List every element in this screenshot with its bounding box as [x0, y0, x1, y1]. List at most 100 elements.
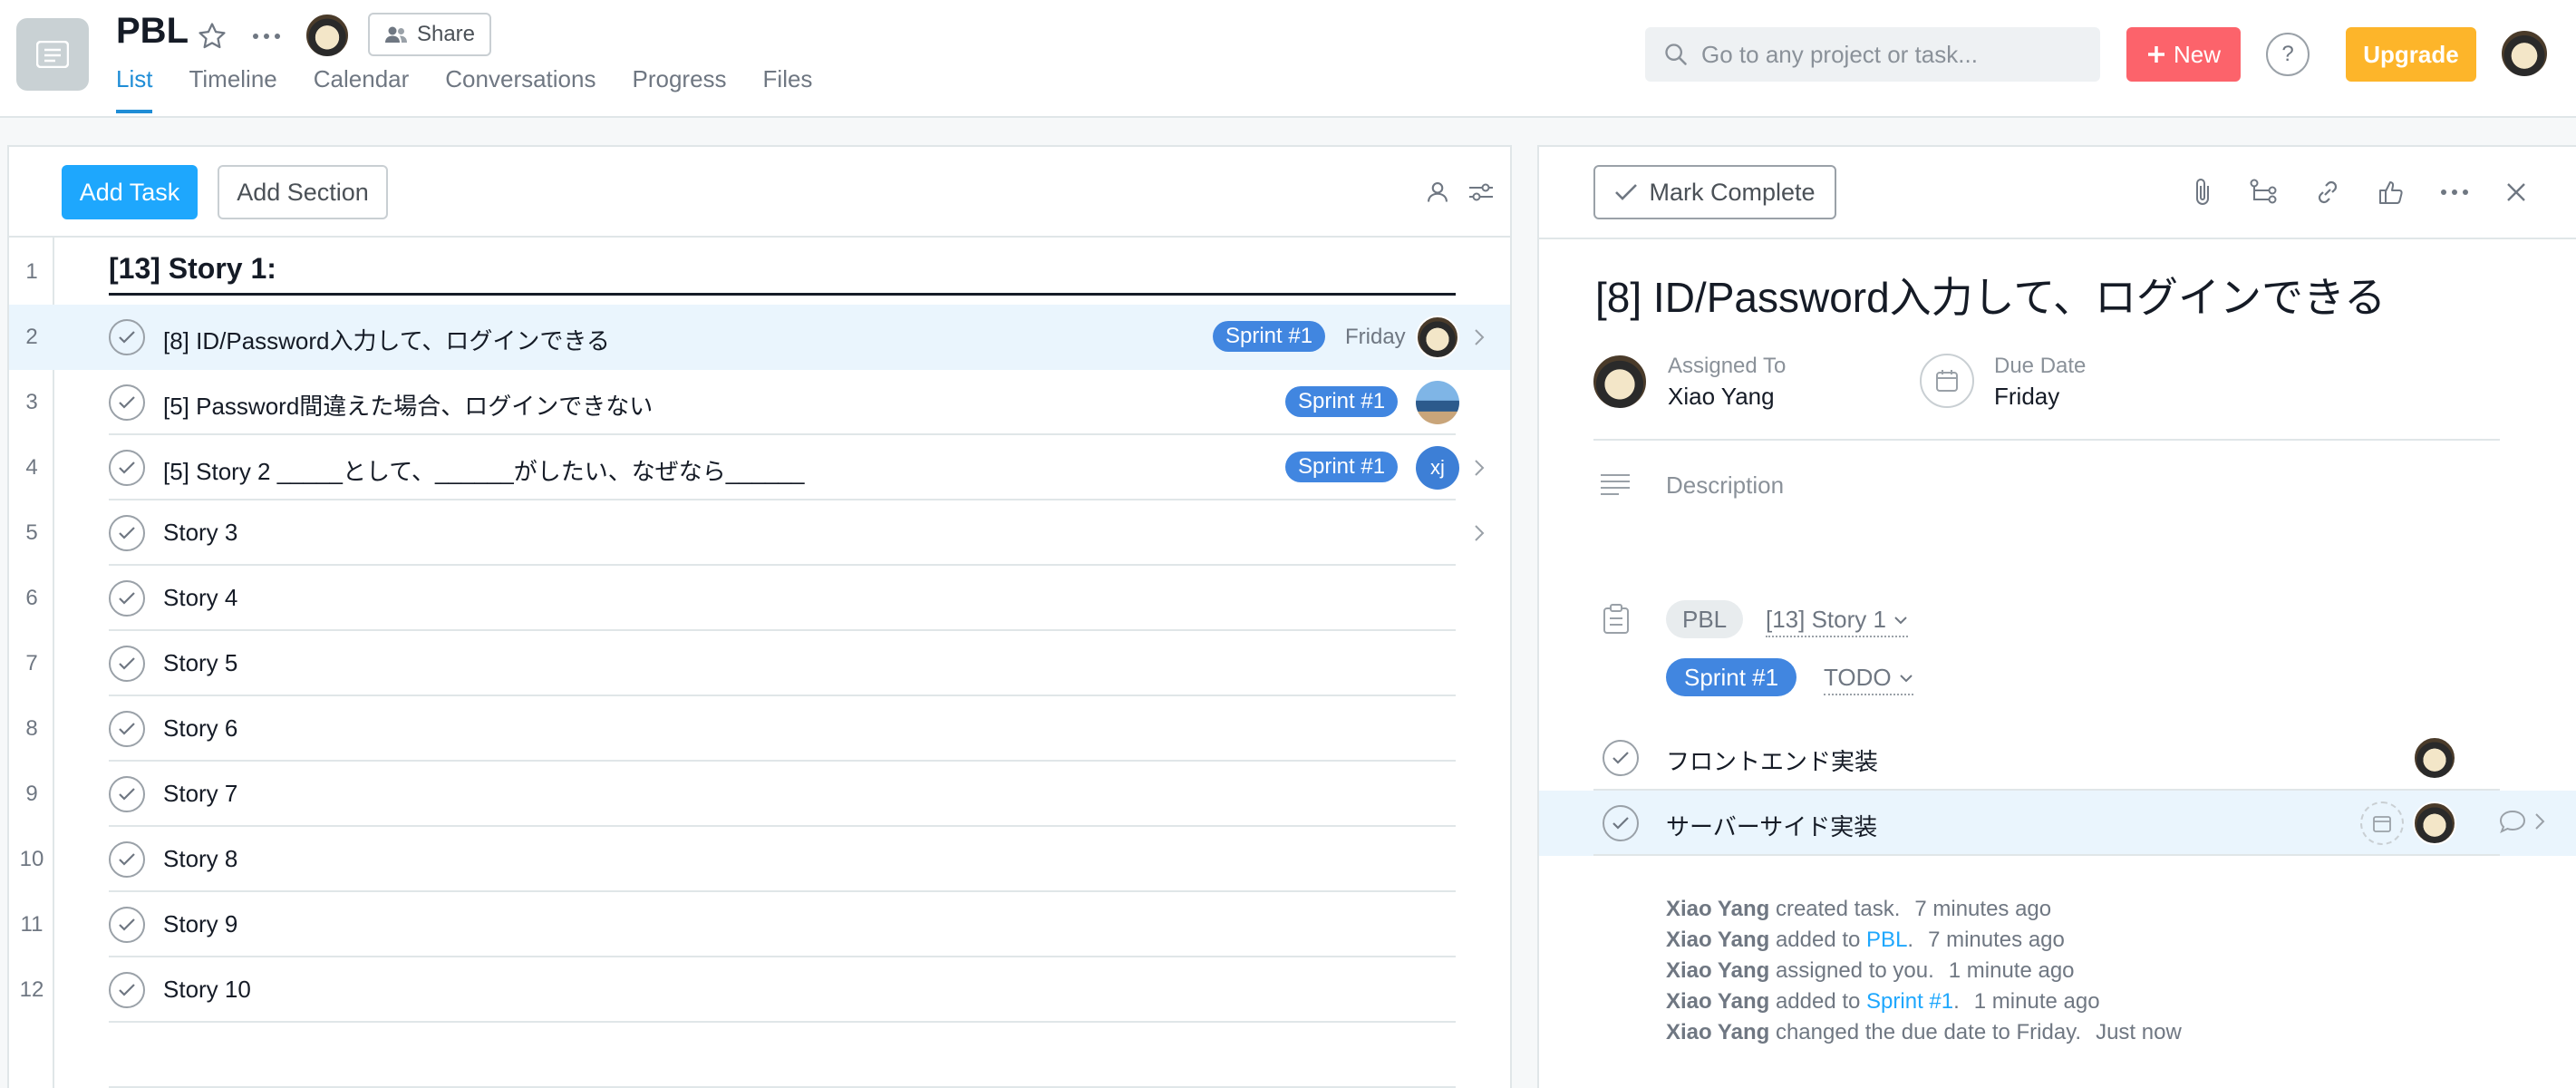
- task-name[interactable]: Story 8: [163, 845, 237, 873]
- complete-checkbox-icon[interactable]: [109, 515, 145, 551]
- tab-calendar[interactable]: Calendar: [314, 65, 410, 113]
- sprint-tag[interactable]: Sprint #1: [1666, 658, 1797, 696]
- status-select[interactable]: TODO: [1824, 664, 1913, 695]
- more-options-icon[interactable]: [247, 16, 286, 56]
- subtask-row[interactable]: フロントエンド実装: [1539, 725, 2576, 791]
- section-row[interactable]: 1 [13] Story 1:: [9, 239, 1510, 305]
- upgrade-button[interactable]: Upgrade: [2346, 27, 2476, 82]
- table-row[interactable]: 11 Story 9: [9, 892, 1510, 957]
- table-row[interactable]: 8 Story 6: [9, 696, 1510, 762]
- task-name[interactable]: Story 4: [163, 584, 237, 612]
- task-name[interactable]: [5] Password間違えた場合、ログインできない: [163, 388, 653, 422]
- sprint-link[interactable]: Sprint #1: [1866, 989, 1953, 1014]
- person-filter-icon[interactable]: [1419, 174, 1456, 210]
- calendar-icon[interactable]: [2360, 801, 2404, 845]
- calendar-icon[interactable]: [1920, 354, 1974, 408]
- star-icon[interactable]: [192, 16, 232, 56]
- task-name[interactable]: [8] ID/Password入力して、ログインできる: [163, 323, 610, 356]
- task-title[interactable]: [8] ID/Password入力して、ログインできる: [1595, 265, 2386, 325]
- complete-checkbox-icon[interactable]: [109, 841, 145, 878]
- subtask-name[interactable]: サーバーサイド実装: [1666, 809, 1877, 842]
- task-name[interactable]: Story 3: [163, 519, 237, 547]
- row-number: 1: [25, 259, 38, 284]
- add-section-button[interactable]: Add Section: [218, 165, 388, 219]
- activity-item: Xiao Yang changed the due date to Friday…: [1666, 1020, 2182, 1044]
- thumbs-up-icon[interactable]: [2371, 172, 2411, 212]
- assignee-avatar[interactable]: xj: [1416, 446, 1459, 490]
- mark-complete-button[interactable]: Mark Complete: [1593, 165, 1836, 219]
- table-row[interactable]: 10 Story 8: [9, 827, 1510, 892]
- assignee-avatar[interactable]: [1592, 354, 1648, 410]
- chevron-right-icon[interactable]: [1468, 321, 1490, 354]
- table-row[interactable]: 4 [5] Story 2 _____として、______がしたい、なぜなら__…: [9, 435, 1510, 500]
- attachment-icon[interactable]: [2183, 172, 2223, 212]
- project-link[interactable]: PBL: [1866, 928, 1907, 952]
- description-field[interactable]: Description: [1666, 471, 1784, 500]
- due-date-field[interactable]: Due Date Friday: [1994, 354, 2086, 411]
- task-name[interactable]: Story 6: [163, 714, 237, 743]
- section-select[interactable]: [13] Story 1: [1766, 606, 1908, 637]
- section-title[interactable]: [13] Story 1:: [109, 252, 276, 286]
- subtasks-icon[interactable]: [2244, 172, 2284, 212]
- table-row[interactable]: 7 Story 5: [9, 631, 1510, 696]
- project-owner-avatar[interactable]: [305, 13, 350, 58]
- complete-checkbox-icon[interactable]: [109, 384, 145, 421]
- search-box[interactable]: [1645, 27, 2100, 82]
- complete-checkbox-icon[interactable]: [109, 580, 145, 617]
- chevron-right-icon[interactable]: [1468, 452, 1490, 484]
- complete-checkbox-icon[interactable]: [109, 711, 145, 747]
- user-avatar[interactable]: [2500, 29, 2549, 78]
- task-name[interactable]: Story 7: [163, 780, 237, 808]
- assignee-avatar[interactable]: [2413, 736, 2456, 780]
- tab-progress[interactable]: Progress: [632, 65, 726, 113]
- more-options-icon[interactable]: [2435, 172, 2474, 212]
- tab-files[interactable]: Files: [763, 65, 813, 113]
- assignee-field[interactable]: Assigned To Xiao Yang: [1668, 354, 1786, 411]
- subtask-row[interactable]: サーバーサイド実装: [1539, 791, 2576, 856]
- chevron-right-icon[interactable]: [1468, 517, 1490, 549]
- help-button[interactable]: ?: [2266, 33, 2310, 76]
- add-task-button[interactable]: Add Task: [62, 165, 198, 219]
- share-button[interactable]: Share: [368, 13, 491, 56]
- complete-checkbox-icon[interactable]: [109, 646, 145, 682]
- tab-timeline[interactable]: Timeline: [189, 65, 276, 113]
- complete-checkbox-icon[interactable]: [109, 776, 145, 812]
- sprint-tag[interactable]: Sprint #1: [1285, 386, 1399, 417]
- tab-list[interactable]: List: [116, 65, 153, 113]
- sliders-icon[interactable]: [1463, 174, 1499, 210]
- table-row[interactable]: 9 Story 7: [9, 762, 1510, 827]
- table-row[interactable]: 12 Story 10: [9, 957, 1510, 1023]
- complete-checkbox-icon[interactable]: [1603, 805, 1639, 841]
- complete-checkbox-icon[interactable]: [109, 907, 145, 943]
- assignee-avatar[interactable]: [2413, 801, 2456, 845]
- link-icon[interactable]: [2308, 172, 2348, 212]
- search-icon: [1665, 44, 1687, 65]
- project-pill[interactable]: PBL: [1666, 600, 1744, 638]
- complete-checkbox-icon[interactable]: [1603, 740, 1639, 776]
- assignee-avatar[interactable]: [1416, 316, 1459, 359]
- sprint-tag[interactable]: Sprint #1: [1213, 321, 1326, 352]
- tab-conversations[interactable]: Conversations: [445, 65, 596, 113]
- task-name[interactable]: Story 5: [163, 649, 237, 677]
- task-name[interactable]: Story 9: [163, 910, 237, 938]
- table-row[interactable]: 6 Story 4: [9, 566, 1510, 631]
- activity-item: Xiao Yang assigned to you. 1 minute ago: [1666, 958, 2075, 983]
- search-input[interactable]: [1701, 40, 2082, 69]
- table-row[interactable]: 5 Story 3: [9, 500, 1510, 566]
- complete-checkbox-icon[interactable]: [109, 450, 145, 486]
- table-row[interactable]: 2 [8] ID/Password入力して、ログインできる Sprint #1 …: [9, 305, 1510, 370]
- sprint-tag[interactable]: Sprint #1: [1285, 452, 1399, 482]
- chevron-right-icon[interactable]: [2534, 812, 2545, 835]
- close-icon[interactable]: [2496, 172, 2536, 212]
- due-date[interactable]: Friday: [1345, 325, 1406, 350]
- task-name[interactable]: [5] Story 2 _____として、______がしたい、なぜなら____…: [163, 453, 804, 487]
- subtask-name[interactable]: フロントエンド実装: [1666, 743, 1878, 777]
- complete-checkbox-icon[interactable]: [109, 319, 145, 355]
- task-name[interactable]: Story 10: [163, 976, 251, 1004]
- comment-icon[interactable]: [2498, 809, 2527, 840]
- complete-checkbox-icon[interactable]: [109, 972, 145, 1008]
- table-row[interactable]: 3 [5] Password間違えた場合、ログインできない Sprint #1: [9, 370, 1510, 435]
- project-list-icon[interactable]: [16, 18, 89, 91]
- assignee-avatar[interactable]: [1416, 381, 1459, 424]
- new-button[interactable]: New: [2126, 27, 2241, 82]
